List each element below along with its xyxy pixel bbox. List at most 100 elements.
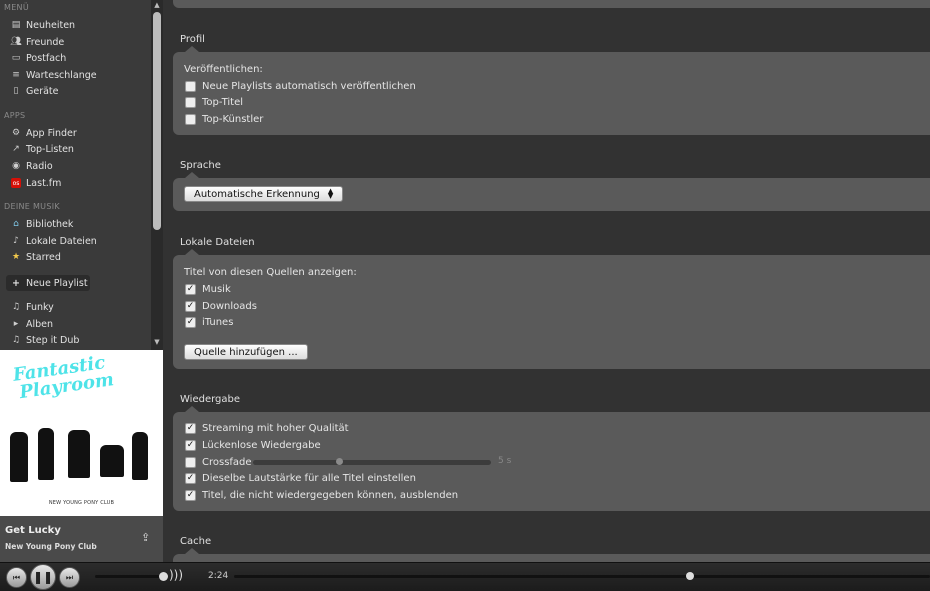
checkbox-row[interactable]: Neue Playlists automatisch veröffentlich…: [185, 79, 416, 93]
playlist-item-funky[interactable]: ♫ Funky: [10, 300, 54, 314]
sources-subtitle: Titel von diesen Quellen anzeigen:: [184, 266, 357, 278]
next-icon: ⏭: [65, 572, 74, 582]
panel-sprache: Automatische Erkennung ▲ ▼: [173, 178, 930, 211]
volume-slider-knob[interactable]: [159, 572, 168, 581]
music-note-icon: ♫: [11, 335, 21, 345]
sidebar-item-radio[interactable]: ◉ Radio: [10, 159, 53, 173]
language-select[interactable]: Automatische Erkennung ▲ ▼: [184, 186, 344, 202]
sidebar-item-lastfm[interactable]: os Last.fm: [10, 176, 61, 190]
checkbox[interactable]: ✓: [185, 300, 196, 312]
player-bar: ⏮ ❚❚ ⏭ ))) 2:24: [0, 562, 930, 591]
previous-icon: ⏮: [12, 572, 21, 582]
previous-button[interactable]: ⏮: [6, 567, 27, 588]
scrollbar-thumb[interactable]: [153, 12, 161, 230]
checkbox[interactable]: ✓: [185, 283, 196, 295]
band-member-figure: [100, 445, 124, 477]
sidebar-item-top-listen[interactable]: ↗ Top-Listen: [10, 142, 74, 156]
checkbox[interactable]: ✓: [185, 472, 196, 484]
section-title-wiedergabe: Wiedergabe: [180, 394, 241, 405]
sidebar-item-freunde[interactable]: 👥︎ Freunde: [10, 35, 64, 49]
select-arrows-icon: ▲ ▼: [327, 187, 334, 200]
sidebar-item-starred[interactable]: ★ Starred: [10, 250, 61, 264]
band-member-figure: [10, 432, 28, 482]
section-title-cache: Cache: [180, 536, 212, 547]
progress-bar[interactable]: [234, 575, 930, 578]
band-member-figure: [38, 428, 54, 480]
band-member-figure: [68, 430, 90, 478]
toplists-icon: ↗: [12, 144, 20, 154]
elapsed-time: 2:24: [208, 571, 229, 581]
sidebar-item-lokale-dateien[interactable]: ♪ Lokale Dateien: [10, 234, 97, 248]
volume-icon[interactable]: ))): [169, 568, 183, 582]
playlist-item-alben[interactable]: ▸ Alben: [10, 317, 53, 331]
checkbox-row[interactable]: ✓ Musik: [185, 282, 231, 296]
news-icon: ▤: [11, 20, 21, 30]
sidebar-item-postfach[interactable]: ▭ Postfach: [10, 51, 67, 65]
sidebar-item-geraete[interactable]: ▯ Geräte: [10, 84, 59, 98]
volume-slider[interactable]: [95, 575, 165, 578]
crossfade-slider-knob[interactable]: [335, 458, 343, 465]
checkbox-row[interactable]: Top-Künstler: [185, 112, 263, 126]
crossfade-slider[interactable]: [253, 458, 491, 465]
new-playlist-button[interactable]: + Neue Playlist: [6, 275, 90, 291]
checkbox[interactable]: ✓: [185, 316, 196, 328]
sidebar-heading-menu: MENÜ: [4, 3, 29, 12]
pause-icon: ❚❚: [32, 570, 54, 584]
sidebar-item-app-finder[interactable]: ⚙ App Finder: [10, 126, 77, 140]
sidebar-item-bibliothek[interactable]: ⌂ Bibliothek: [10, 217, 73, 231]
checkbox[interactable]: [185, 80, 196, 92]
radio-icon: ◉: [12, 161, 20, 171]
sidebar-scrollbar[interactable]: ▲ ▼: [151, 0, 163, 350]
now-playing-track[interactable]: Get Lucky: [5, 525, 61, 536]
section-title-lokale-dateien: Lokale Dateien: [180, 237, 255, 248]
checkbox[interactable]: ✓: [185, 489, 196, 501]
sidebar-item-neuheiten[interactable]: ▤ Neuheiten: [10, 18, 75, 32]
checkbox-row[interactable]: Crossfade: [185, 455, 252, 469]
settings-page: Profil Veröffentlichen: Neue Playlists a…: [163, 0, 930, 562]
checkbox-row[interactable]: ✓ Dieselbe Lautstärke für alle Titel eins…: [185, 471, 416, 485]
checkbox[interactable]: ✓: [185, 439, 196, 451]
scroll-down-icon[interactable]: ▼: [153, 338, 161, 346]
checkbox-row[interactable]: ✓ Downloads: [185, 299, 257, 313]
checkbox-row[interactable]: ✓ iTunes: [185, 315, 233, 329]
playlist-item-step-it-dub[interactable]: ♫ Step it Dub: [10, 333, 79, 347]
checkbox-row[interactable]: ✓ Lückenlose Wiedergabe: [185, 438, 321, 452]
album-art-title: Fantastic Playroom: [11, 352, 116, 404]
pause-button[interactable]: ❚❚: [30, 564, 56, 590]
queue-icon: ≡: [12, 70, 20, 80]
star-icon: ★: [11, 252, 21, 262]
folder-arrow-icon: ▸: [13, 319, 19, 329]
album-art[interactable]: Fantastic Playroom NEW YOUNG PONY CLUB: [0, 350, 163, 516]
now-playing-artist[interactable]: New Young Pony Club: [5, 542, 97, 551]
panel-profil: Veröffentlichen: Neue Playlists automati…: [173, 52, 930, 135]
app-finder-icon: ⚙: [11, 128, 21, 138]
sidebar: MENÜ ▤ Neuheiten 👥︎ Freunde ▭ Postfach ≡ War…: [0, 0, 163, 350]
band-member-figure: [132, 432, 148, 480]
music-note-icon: ♫: [11, 302, 21, 312]
checkbox-row[interactable]: ✓ Streaming mit hoher Qualität: [185, 421, 349, 435]
devices-icon: ▯: [13, 86, 19, 96]
lastfm-icon: os: [11, 178, 21, 188]
share-icon[interactable]: ⇪: [141, 531, 155, 544]
checkbox[interactable]: ✓: [185, 422, 196, 434]
checkbox[interactable]: [185, 96, 196, 108]
sidebar-item-warteschlange[interactable]: ≡ Warteschlange: [10, 68, 96, 82]
add-source-button[interactable]: Quelle hinzufügen ...: [184, 344, 308, 360]
checkbox-row[interactable]: Top-Titel: [185, 95, 243, 109]
plus-icon: +: [12, 277, 20, 289]
settings-panel-top: [173, 0, 930, 8]
checkbox-row[interactable]: ✓ Titel, die nicht wiedergegeben können, …: [185, 488, 458, 502]
next-button[interactable]: ⏭: [59, 567, 80, 588]
scroll-up-icon[interactable]: ▲: [153, 1, 161, 9]
panel-lokale-dateien: Titel von diesen Quellen anzeigen: ✓ Musi…: [173, 255, 930, 369]
crossfade-value: 5 s: [498, 456, 512, 466]
checkbox[interactable]: [185, 113, 196, 125]
library-icon: ⌂: [13, 219, 19, 229]
publish-subtitle: Veröffentlichen:: [184, 63, 263, 75]
now-playing: Get Lucky New Young Pony Club ⇪: [0, 516, 163, 562]
album-art-band-name: NEW YOUNG PONY CLUB: [48, 500, 115, 506]
panel-cache: [173, 554, 930, 562]
local-files-icon: ♪: [13, 236, 19, 246]
progress-knob[interactable]: [686, 572, 694, 580]
checkbox[interactable]: [185, 456, 196, 468]
